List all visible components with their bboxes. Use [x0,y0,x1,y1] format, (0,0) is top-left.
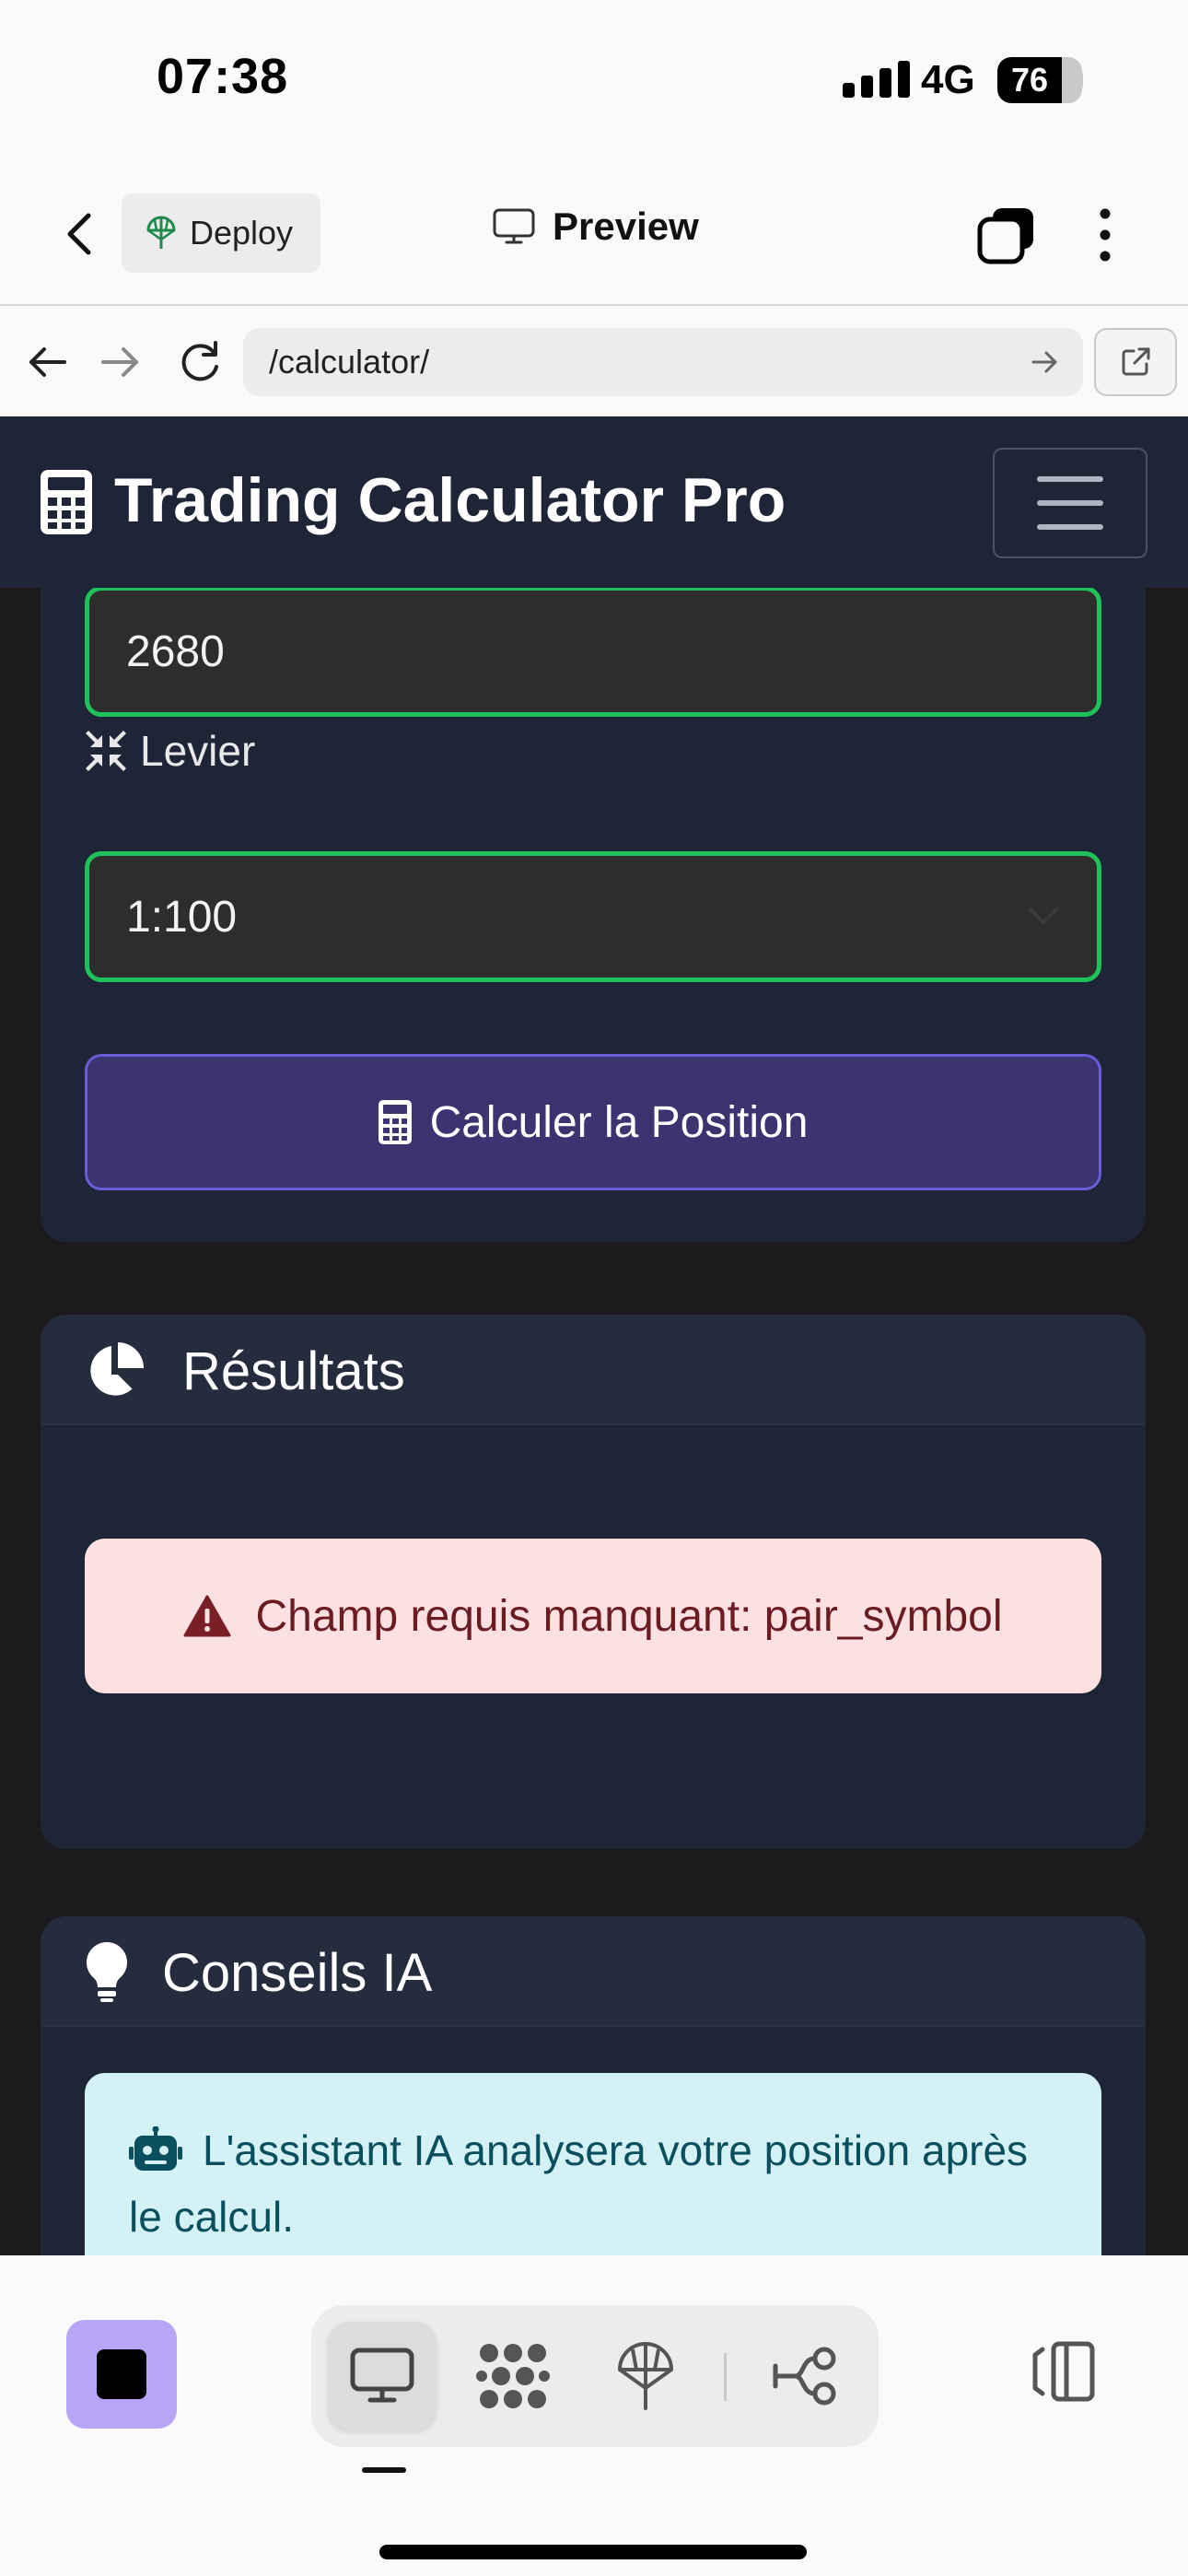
app-screen: 07:38 4G 76 Deploy Preview /calculator/ … [0,0,1188,2576]
signal-icon [843,61,910,98]
preview-title: Preview [492,205,699,249]
leverage-label: Levier [85,726,255,776]
hamburger-bar [1037,500,1103,506]
results-card-header: Résultats [41,1315,1146,1425]
battery-percent: 76 [1010,61,1049,99]
status-bar: 07:38 4G 76 [0,0,1188,162]
ai-info-message: L'assistant IA analysera votre position … [129,2126,1029,2241]
active-tab-indicator [362,2467,406,2473]
hamburger-bar [1037,476,1103,482]
ai-info-text-block: L'assistant IA analysera votre position … [129,2117,1057,2250]
pie-chart-icon [90,1342,144,1396]
panel-toggle-icon[interactable] [1024,2335,1098,2408]
results-card: Résultats Champ requis manquant: pair_sy… [41,1315,1146,1849]
robot-icon [129,2126,182,2171]
monitor-icon [350,2348,414,2403]
network-type: 4G [921,57,975,102]
preview-label: Preview [553,205,699,248]
web-content: Trading Calculator Pro 2680 Levier 1:100… [0,416,1188,2255]
back-chevron-icon[interactable] [55,208,107,260]
chevron-down-icon [1029,907,1058,924]
battery-icon: 76 [997,57,1082,103]
browser-bar: /calculator/ [0,308,1188,416]
hamburger-bar [1037,524,1103,530]
battery-cap [1076,70,1083,90]
bottom-toolbar [0,2255,1188,2576]
leverage-select[interactable]: 1:100 [85,851,1101,982]
error-alert: Champ requis manquant: pair_symbol [85,1539,1101,1693]
url-text: /calculator/ [269,343,430,381]
deploy-icon [618,2342,673,2410]
ai-advice-card-header: Conseils IA [41,1916,1146,2027]
more-vertical-icon[interactable] [1087,205,1124,265]
ai-advice-card: Conseils IA L'assistant IA analysera vot… [41,1916,1146,2255]
menu-toggle-button[interactable] [993,448,1147,558]
app-header: Deploy Preview [0,162,1188,306]
url-field[interactable]: /calculator/ [243,328,1083,396]
ai-info-alert: L'assistant IA analysera votre position … [85,2073,1101,2255]
price-input-value: 2680 [126,626,225,676]
deploy-icon [146,216,176,249]
arrow-right-icon[interactable] [1026,344,1063,381]
design-tab[interactable] [459,2322,567,2430]
stop-button[interactable] [66,2320,177,2429]
results-title: Résultats [182,1341,405,1401]
leverage-select-value: 1:100 [126,892,238,942]
arrow-right-icon[interactable] [92,334,149,391]
reload-icon[interactable] [171,334,228,391]
stop-icon [97,2349,146,2399]
lightbulb-icon [86,1942,128,2002]
calculator-icon [41,470,92,534]
preview-tab[interactable] [328,2322,437,2430]
segment-divider [724,2353,727,2401]
leverage-label-text: Levier [140,727,256,775]
calculator-icon [378,1100,412,1144]
tabs-icon[interactable] [976,205,1037,265]
deploy-label: Deploy [190,214,294,252]
price-input[interactable]: 2680 [85,586,1101,717]
error-message: Champ requis manquant: pair_symbol [255,1591,1003,1641]
deploy-button[interactable]: Deploy [122,193,320,273]
monitor-icon [493,208,535,244]
ai-advice-title: Conseils IA [162,1943,433,2003]
open-external-icon [1122,347,1150,376]
open-external-button[interactable] [1094,328,1177,396]
site-brand[interactable]: Trading Calculator Pro [114,464,786,536]
site-navbar: Trading Calculator Pro [0,416,1188,588]
home-indicator [379,2545,807,2559]
arrow-left-icon[interactable] [18,334,76,391]
view-switcher [311,2305,879,2447]
workflow-icon [773,2347,836,2406]
workflow-tab[interactable] [751,2322,860,2430]
deploy-tab[interactable] [591,2322,700,2430]
calculate-button-label: Calculer la Position [429,1097,809,1147]
warning-triangle-icon [183,1595,231,1637]
status-time: 07:38 [157,49,289,104]
calculate-position-button[interactable]: Calculer la Position [85,1054,1101,1190]
design-grid-icon [476,2344,550,2408]
compress-icon [86,731,126,771]
